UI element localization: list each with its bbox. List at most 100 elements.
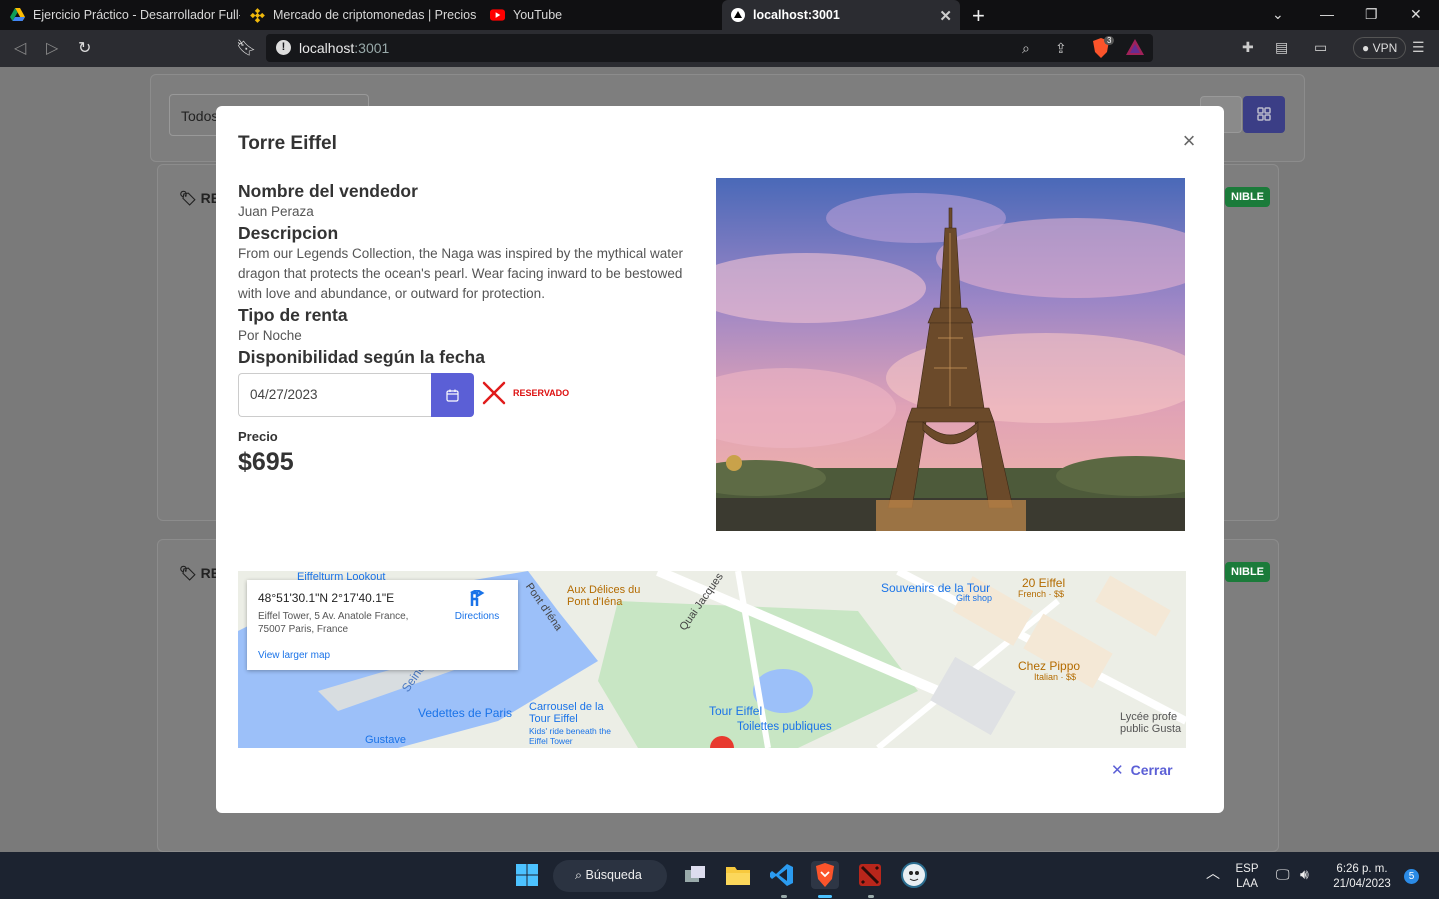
running-indicator [781, 895, 787, 898]
availability-badge: NIBLE [1225, 187, 1270, 207]
shield-count-badge: 3 [1104, 36, 1115, 45]
vercel-icon [730, 8, 745, 23]
vpn-button[interactable]: ● VPN [1353, 37, 1407, 59]
map-place-label: Gustave [365, 734, 406, 746]
clock-time: 6:26 p. m. [1336, 863, 1388, 875]
bookmark-icon[interactable]: 🔖︎ [236, 38, 256, 58]
seller-name: Juan Peraza [238, 204, 314, 219]
brave-rewards-icon[interactable] [1126, 39, 1144, 58]
file-explorer-button[interactable] [724, 861, 752, 889]
tab-bar: Ejercicio Práctico - Desarrollador Full-… [0, 0, 1439, 30]
directions-button[interactable]: Directions [449, 588, 505, 622]
clock[interactable]: 6:26 p. m. 21/04/2023 [1326, 862, 1398, 892]
wallet-icon[interactable]: ▭ [1314, 39, 1327, 56]
property-modal: Torre Eiffel × Nombre del vendedor Juan … [216, 106, 1224, 813]
modal-body[interactable]: Nombre del vendedor Juan Peraza Descripc… [238, 178, 1208, 748]
close-button-label: Cerrar [1130, 762, 1173, 778]
restore-icon[interactable]: ❐ [1365, 6, 1378, 23]
tab-localhost[interactable]: localhost:3001 ✕ [722, 0, 960, 30]
app-button[interactable] [900, 861, 928, 889]
clock-date: 21/04/2023 [1333, 878, 1391, 890]
vscode-icon [770, 864, 793, 886]
url-text: localhost:3001 [299, 40, 390, 56]
property-photo [716, 178, 1185, 531]
notification-badge[interactable]: 5 [1404, 869, 1419, 884]
x-mark-icon [482, 381, 506, 405]
windows-icon [516, 864, 538, 886]
listing-tag: 🏷︎ RE [179, 190, 221, 206]
map-place-label: Italian · $$ [1034, 672, 1077, 682]
browser-toolbar: ◁ ▷ ↻ 🔖︎ ! localhost:3001 ⌕ ⇪ 3 ✚ ▤ ▭ ● … [0, 30, 1439, 67]
penguin-icon [901, 862, 927, 888]
availability-badge: NIBLE [1225, 562, 1270, 582]
map-place-label: Chez Pippo [1018, 659, 1081, 673]
price-label: Precio [238, 429, 278, 444]
tab-search-chevron-icon[interactable]: ⌄ [1272, 6, 1284, 23]
reservation-status: RESERVADO [482, 381, 569, 405]
close-window-icon[interactable]: ✕ [1410, 6, 1422, 23]
dota-button[interactable] [856, 861, 884, 889]
map-info-card: 48°51'30.1"N 2°17'40.1"E Eiffel Tower, 5… [247, 580, 518, 670]
calendar-button[interactable] [431, 373, 474, 417]
menu-icon[interactable]: ☰ [1412, 39, 1425, 56]
sidebar-icon[interactable]: ▤ [1275, 39, 1288, 56]
windows-taskbar: ⌕ Búsqueda ︿ ESP LAA 🖵︎ 🔊︎ 6:26 p. m. 21… [0, 852, 1439, 899]
view-larger-map-link[interactable]: View larger map [258, 650, 330, 661]
forward-icon[interactable]: ▷ [46, 38, 58, 58]
start-button[interactable] [513, 861, 541, 889]
address-bar[interactable]: ! localhost:3001 ⌕ ⇪ 3 [266, 34, 1153, 62]
task-view-icon [685, 866, 705, 882]
grid-view-button[interactable] [1243, 96, 1285, 133]
share-icon[interactable]: ⇪ [1055, 40, 1067, 57]
tab-drive[interactable]: Ejercicio Práctico - Desarrollador Full-… [10, 0, 240, 30]
calendar-icon [446, 389, 459, 402]
task-view-button[interactable] [681, 861, 709, 889]
listing-tag: 🏷︎ RE [179, 565, 221, 581]
close-icon[interactable]: × [1179, 130, 1199, 152]
location-map[interactable]: Eiffelturm Lookout Aux Délices du Pont d… [238, 571, 1186, 748]
search-label: Búsqueda [585, 868, 642, 882]
description-label: Descripcion [238, 223, 339, 243]
map-place-label: French · $$ [1018, 589, 1065, 599]
zoom-icon[interactable]: ⌕ [1022, 40, 1030, 57]
vscode-button[interactable] [768, 861, 796, 889]
back-icon[interactable]: ◁ [14, 38, 26, 58]
reload-icon[interactable]: ↻ [78, 38, 91, 58]
tab-crypto[interactable]: Mercado de criptomonedas | Precios y [250, 0, 478, 30]
brave-button[interactable] [811, 861, 839, 889]
tab-title: localhost:3001 [753, 8, 840, 22]
map-place-label: Lycée profe public Gusta [1120, 711, 1182, 735]
network-icon[interactable]: 🖵︎ [1276, 867, 1290, 882]
close-tab-icon[interactable]: ✕ [939, 7, 952, 25]
tab-title: Mercado de criptomonedas | Precios y [273, 8, 478, 22]
close-button[interactable]: ✕ Cerrar [1111, 761, 1173, 779]
date-picker: 04/27/2023 RESERVADO [238, 373, 569, 417]
map-place-label: Aux Délices du Pont d'Iéna [567, 584, 641, 608]
minimize-icon[interactable]: — [1320, 6, 1334, 22]
map-place-label: Tour Eiffel [709, 704, 763, 718]
directions-label: Directions [454, 611, 500, 622]
map-place-label: Kids' ride beneath the Eiffel Tower [529, 726, 611, 746]
map-address: Eiffel Tower, 5 Av. Anatole France, 7500… [258, 611, 409, 635]
taskbar-search[interactable]: ⌕ Búsqueda [553, 860, 667, 892]
new-tab-icon[interactable]: + [972, 3, 985, 29]
youtube-icon [490, 8, 505, 23]
tab-youtube[interactable]: YouTube [490, 0, 710, 30]
modal-title: Torre Eiffel [238, 133, 337, 154]
rent-type-label: Tipo de renta [238, 305, 348, 325]
availability-label: Disponibilidad según la fecha [238, 347, 485, 367]
extensions-icon[interactable]: ✚ [1242, 39, 1254, 56]
search-icon: ⌕ [575, 868, 586, 882]
close-x-icon: ✕ [1111, 762, 1124, 779]
drive-icon [10, 8, 25, 23]
info-icon[interactable]: ! [276, 40, 291, 55]
language-indicator[interactable]: ESP LAA [1232, 862, 1262, 892]
volume-icon[interactable]: 🔊︎ [1300, 867, 1309, 882]
tray-chevron-icon[interactable]: ︿ [1206, 866, 1220, 881]
directions-icon [470, 588, 485, 606]
tab-title: Ejercicio Práctico - Desarrollador Full-… [33, 8, 240, 22]
binance-icon [250, 7, 265, 23]
date-input[interactable]: 04/27/2023 [238, 373, 431, 417]
map-place-label: 20 Eiffel [1022, 576, 1066, 590]
active-indicator [818, 895, 832, 898]
